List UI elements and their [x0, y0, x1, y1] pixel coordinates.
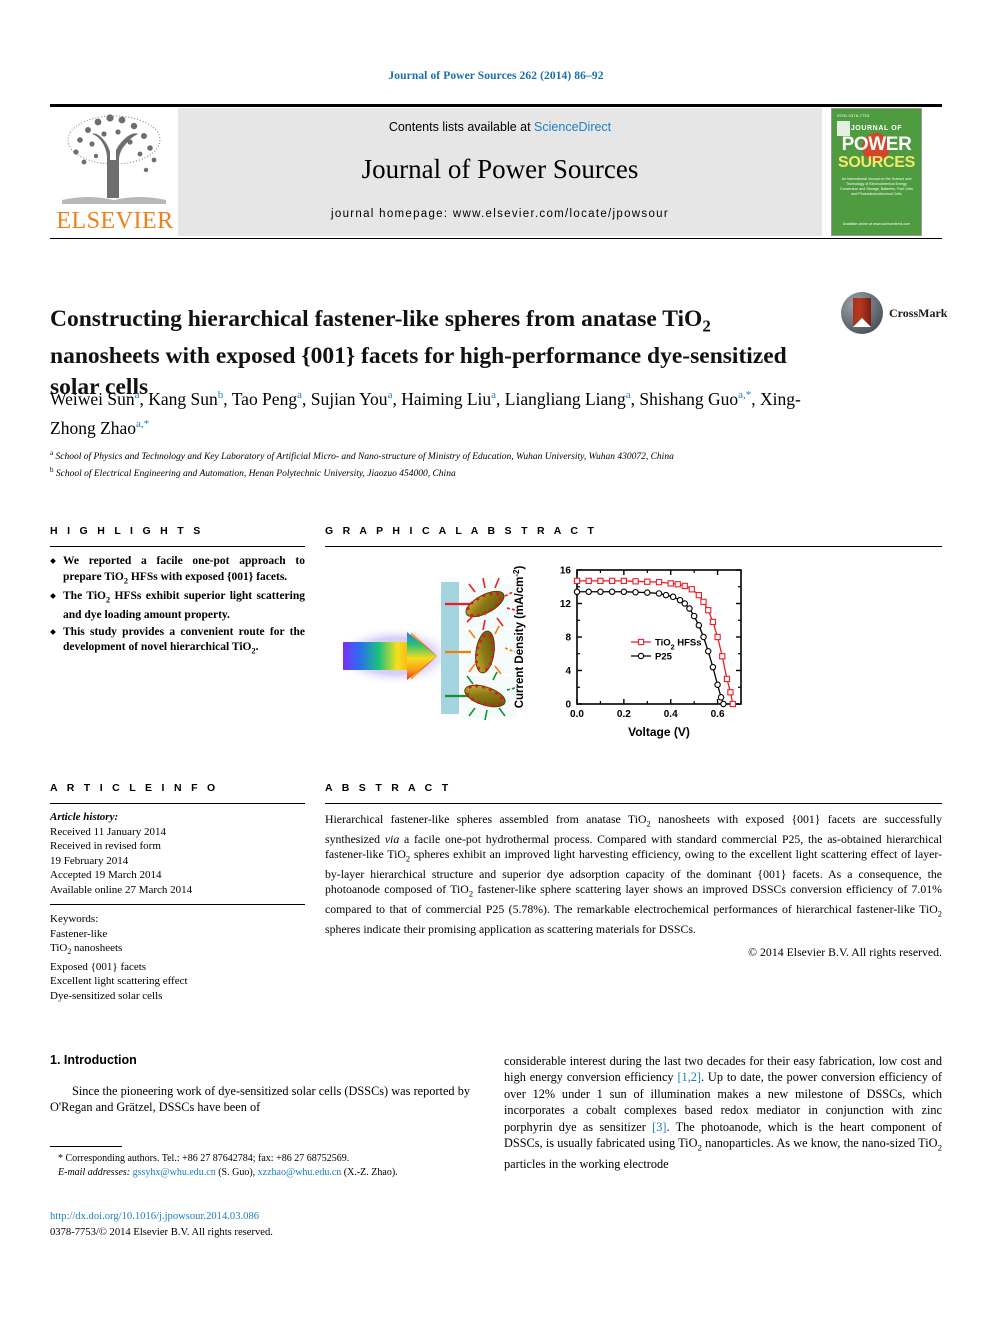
- keyword: TiO2 nanosheets: [50, 942, 123, 957]
- affiliation-b: b School of Electrical Engineering and A…: [50, 465, 456, 479]
- section-heading-introduction: 1. Introduction: [50, 1053, 137, 1067]
- elsevier-logo[interactable]: ELSEVIER: [52, 108, 178, 236]
- svg-text:TiO2 HFSs: TiO2 HFSs: [655, 638, 702, 652]
- doi-link[interactable]: http://dx.doi.org/10.1016/j.jpowsour.201…: [50, 1211, 259, 1222]
- keyword: Dye-sensitized solar cells: [50, 989, 163, 1002]
- masthead-bottom-rule: [50, 238, 942, 240]
- light-scattering-schematic: [333, 577, 517, 721]
- affiliation-b-text: School of Electrical Engineering and Aut…: [55, 468, 456, 479]
- intro-paragraph-left-text: Since the pioneering work of dye-sensiti…: [50, 1084, 470, 1115]
- article-history-label: Article history:: [50, 811, 119, 823]
- footnote-rule: [50, 1146, 122, 1147]
- email-line: E-mail addresses: gssyhx@whu.edu.cn (S. …: [50, 1166, 470, 1180]
- keywords-rule: [50, 904, 305, 906]
- elsevier-wordmark: ELSEVIER: [56, 208, 174, 234]
- highlights-list: We reported a facile one-pot approach to…: [50, 554, 305, 660]
- highlights-heading: H I G H L I G H T S: [50, 525, 204, 537]
- svg-text:4: 4: [565, 666, 571, 677]
- graphical-abstract-figure: 0.0 0.2 0.4 0.6 0 4 8 12 16 Voltage (V) Current De…: [325, 552, 942, 752]
- svg-text:P25: P25: [655, 652, 673, 663]
- svg-text:0: 0: [565, 700, 571, 711]
- email-link-2[interactable]: xzzhao@whu.edu.cn: [258, 1167, 342, 1178]
- keywords-block: Keywords: Fastener-like TiO2 nanosheets …: [50, 912, 305, 1003]
- keyword: Exposed {001} facets: [50, 960, 147, 973]
- author-list: Weiwei Suna, Kang Sunb, Tao Penga, Sujia…: [50, 388, 801, 438]
- graphical-abstract-heading: G R A P H I C A L A B S T R A C T: [325, 525, 598, 537]
- bullet-icon: [50, 628, 56, 635]
- email-label: E-mail addresses:: [58, 1166, 131, 1178]
- abstract-rule: [325, 803, 942, 805]
- article-page: Journal of Power Sources 262 (2014) 86–9…: [0, 0, 992, 1323]
- affiliation-a-text: School of Physics and Technology and Key…: [55, 452, 674, 463]
- elsevier-tree-icon: [62, 114, 166, 204]
- highlights-rule: [50, 546, 305, 548]
- highlight-text: We reported a facile one-pot approach to…: [63, 555, 305, 585]
- email-1-owner: (S. Guo),: [218, 1166, 256, 1178]
- cover-footer: Available online at www.sciencedirect.co…: [842, 222, 911, 226]
- cover-journal-of: JOURNAL OF: [850, 125, 903, 132]
- journal-cover-thumbnail[interactable]: ISSN 0378-7753 JOURNAL OF POWER SOURCES …: [831, 108, 922, 236]
- history-line: 19 February 2014: [50, 854, 129, 867]
- list-item: This study provides a convenient route f…: [50, 625, 305, 659]
- svg-text:12: 12: [560, 599, 572, 610]
- history-line: Available online 27 March 2014: [50, 883, 193, 896]
- crossmark-circle-icon: [841, 292, 883, 334]
- highlight-text: This study provides a convenient route f…: [63, 625, 305, 656]
- history-line: Received in revised form: [50, 840, 161, 852]
- history-line: Accepted 19 March 2014: [50, 869, 162, 881]
- issn-copyright: 0378-7753/© 2014 Elsevier B.V. All right…: [50, 1227, 273, 1238]
- cover-issn: ISSN 0378-7753: [837, 113, 870, 118]
- email-link-1[interactable]: gssyhx@whu.edu.cn: [133, 1167, 216, 1178]
- history-line: Received 11 January 2014: [50, 825, 166, 838]
- svg-text:Current Density (mA/cm-2): Current Density (mA/cm-2): [512, 566, 527, 709]
- bullet-icon: [50, 593, 56, 600]
- citation-ref-2[interactable]: [3]: [652, 1120, 666, 1134]
- crossmark-badge[interactable]: CrossMark: [841, 292, 947, 338]
- keywords-label: Keywords:: [50, 913, 99, 925]
- abstract-copyright: © 2014 Elsevier B.V. All rights reserved…: [748, 945, 942, 959]
- svg-text:0.0: 0.0: [570, 709, 584, 720]
- svg-text:0.2: 0.2: [617, 709, 631, 720]
- svg-text:Voltage (V): Voltage (V): [628, 725, 690, 739]
- article-info-heading: A R T I C L E I N F O: [50, 782, 219, 794]
- svg-text:0.4: 0.4: [664, 709, 678, 720]
- jv-chart-svg: 0.0 0.2 0.4 0.6 0 4 8 12 16 Voltage (V) Current De…: [512, 566, 742, 739]
- journal-title: Journal of Power Sources: [361, 154, 639, 184]
- journal-banner: Contents lists available at ScienceDirec…: [178, 108, 822, 236]
- running-head: Journal of Power Sources 262 (2014) 86–9…: [388, 70, 604, 82]
- intro-paragraph-left: Since the pioneering work of dye-sensiti…: [50, 1083, 470, 1116]
- masthead-top-rule: [50, 104, 942, 107]
- list-item: The TiO2 HFSs exhibit superior light sca…: [50, 589, 305, 623]
- list-item: We reported a facile one-pot approach to…: [50, 554, 305, 588]
- journal-homepage[interactable]: journal homepage: www.elsevier.com/locat…: [178, 208, 822, 220]
- svg-text:0.6: 0.6: [711, 709, 725, 720]
- contents-line: Contents lists available at ScienceDirec…: [178, 120, 822, 134]
- sciencedirect-link[interactable]: ScienceDirect: [534, 120, 611, 134]
- affiliations: a School of Physics and Technology and K…: [50, 447, 850, 480]
- abstract-heading: A B S T R A C T: [325, 782, 452, 794]
- footnote-block: * Corresponding authors. Tel.: +86 27 87…: [50, 1152, 470, 1179]
- cover-power: POWER: [841, 134, 912, 155]
- email-2-owner: (X.-Z. Zhao).: [343, 1166, 398, 1178]
- graphical-abstract-rule: [325, 546, 942, 548]
- cover-sources: SOURCES: [837, 154, 916, 171]
- keyword: Fastener-like: [50, 927, 108, 940]
- article-info-rule: [50, 803, 305, 805]
- citation-ref-1[interactable]: [1,2]: [677, 1070, 701, 1084]
- bullet-icon: [50, 558, 56, 564]
- svg-text:8: 8: [565, 633, 571, 644]
- jv-curve-chart: 0.0 0.2 0.4 0.6 0 4 8 12 16 Voltage (V) Current De…: [505, 556, 755, 748]
- cover-blurb: An International Journal on the Science …: [840, 177, 913, 196]
- svg-text:16: 16: [560, 566, 572, 577]
- intro-paragraph-right: considerable interest during the last tw…: [504, 1053, 942, 1172]
- keyword: Excellent light scattering effect: [50, 975, 188, 988]
- corresponding-authors: * Corresponding authors. Tel.: +86 27 87…: [58, 1153, 350, 1164]
- contents-prefix: Contents lists available at: [388, 120, 535, 134]
- article-history: Article history: Received 11 January 201…: [50, 810, 305, 897]
- highlight-text: The TiO2 HFSs exhibit superior light sca…: [63, 590, 305, 622]
- crossmark-notch-icon: [853, 318, 871, 327]
- affiliation-a: a School of Physics and Technology and K…: [50, 449, 674, 463]
- crossmark-label: CrossMark: [889, 306, 948, 320]
- abstract-text: Hierarchical fastener-like spheres assem…: [325, 812, 943, 936]
